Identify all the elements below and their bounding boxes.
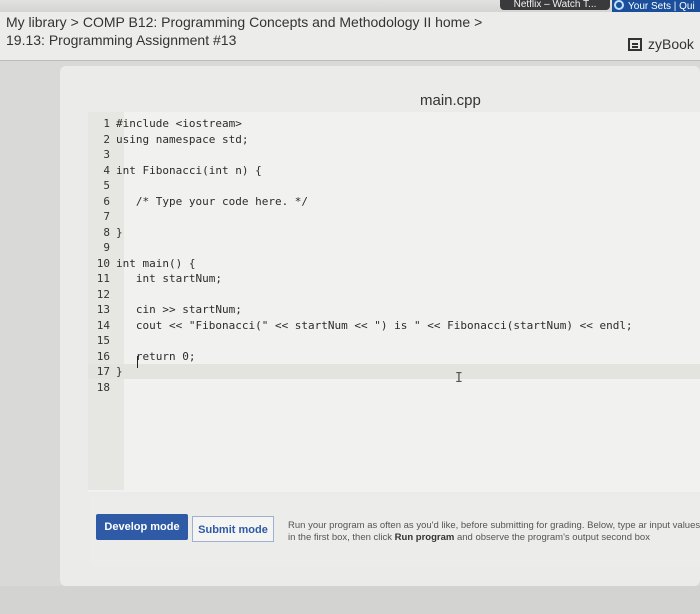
code-text: return 0; bbox=[116, 349, 196, 363]
help-text: Run your program as often as you'd like,… bbox=[288, 520, 700, 544]
code-line[interactable]: 18 bbox=[88, 380, 700, 395]
book-icon bbox=[628, 38, 642, 51]
line-number: 10 bbox=[96, 256, 110, 270]
code-line[interactable]: 6 /* Type your code here. */ bbox=[88, 194, 700, 209]
breadcrumb: My library > COMP B12: Programming Concept… bbox=[6, 14, 486, 30]
line-number: 2 bbox=[103, 132, 110, 146]
code-line[interactable]: 13 cin >> startNum; bbox=[88, 302, 700, 317]
code-line[interactable]: 8} bbox=[88, 225, 700, 240]
line-number: 1 bbox=[103, 117, 110, 130]
code-line[interactable]: 5 bbox=[88, 178, 700, 193]
code-line[interactable]: 12 bbox=[88, 287, 700, 302]
browser-tab-netflix[interactable]: Netflix – Watch T... bbox=[500, 0, 610, 10]
code-text: int main() { bbox=[116, 256, 196, 270]
code-text: int startNum; bbox=[116, 272, 222, 285]
ibeam-cursor-icon: I bbox=[455, 371, 463, 386]
breadcrumb-separator: > bbox=[70, 14, 79, 30]
line-number: 7 bbox=[103, 210, 110, 223]
browser-tab-quizlet[interactable]: Your Sets | Qui bbox=[612, 0, 700, 12]
line-number: 5 bbox=[103, 179, 110, 192]
line-number: 13 bbox=[96, 303, 110, 316]
text-cursor bbox=[137, 356, 138, 368]
code-text: } bbox=[116, 225, 123, 239]
breadcrumb-separator: > bbox=[474, 14, 483, 30]
submit-mode-button[interactable]: Submit mode bbox=[192, 516, 274, 542]
breadcrumb-my-library[interactable]: My library bbox=[6, 14, 67, 30]
code-text: /* Type your code here. */ bbox=[116, 194, 309, 208]
code-text: int Fibonacci(int n) { bbox=[116, 163, 262, 177]
file-name: main.cpp bbox=[420, 92, 481, 109]
line-number: 14 bbox=[96, 318, 110, 332]
footer-strip bbox=[0, 586, 700, 614]
breadcrumb-course-home[interactable]: COMP B12: Programming Concepts and Metho… bbox=[83, 14, 470, 30]
develop-mode-button[interactable]: Develop mode bbox=[96, 514, 188, 540]
code-text: cout << "Fibonacci(" << startNum << ") i… bbox=[116, 318, 633, 332]
code-line[interactable]: 10 int main() { bbox=[88, 256, 700, 271]
code-text: #include <iostream> bbox=[116, 117, 242, 130]
help-text-run-program: Run program bbox=[394, 532, 455, 543]
code-line[interactable]: 4 int Fibonacci(int n) { bbox=[88, 163, 700, 178]
code-line[interactable]: 1 #include <iostream> bbox=[88, 116, 700, 131]
code-line[interactable]: 2 using namespace std; bbox=[88, 132, 700, 147]
code-line[interactable]: 11 int startNum; bbox=[88, 271, 700, 286]
page-title: 19.13: Programming Assignment #13 bbox=[6, 32, 237, 48]
page-header: My library > COMP B12: Programming Concept… bbox=[0, 12, 700, 61]
line-number: 18 bbox=[96, 380, 110, 394]
code-text: cin >> startNum; bbox=[116, 303, 242, 316]
line-number: 8 bbox=[103, 225, 110, 239]
line-number: 12 bbox=[96, 287, 110, 301]
line-number: 15 bbox=[96, 334, 110, 347]
code-line[interactable]: 15 bbox=[88, 333, 700, 348]
code-line[interactable]: 17} bbox=[88, 364, 700, 379]
browser-tab-label: Your Sets | Qui bbox=[628, 1, 695, 12]
code-line[interactable]: 16 return 0; bbox=[88, 349, 700, 364]
help-text-part2: and observe the program's output second … bbox=[454, 532, 650, 543]
line-number: 3 bbox=[103, 148, 110, 161]
code-line[interactable]: 3 bbox=[88, 147, 700, 162]
zybook-link[interactable]: zyBook bbox=[628, 36, 694, 52]
code-line[interactable]: 14 cout << "Fibonacci(" << startNum << "… bbox=[88, 318, 700, 333]
code-text: using namespace std; bbox=[116, 132, 249, 146]
circle-icon bbox=[614, 0, 624, 10]
line-number: 6 bbox=[103, 194, 110, 208]
code-line[interactable]: 7 bbox=[88, 209, 700, 224]
line-number: 16 bbox=[96, 349, 110, 363]
line-number: 4 bbox=[103, 163, 110, 177]
code-text: } bbox=[116, 365, 123, 378]
zybook-label: zyBook bbox=[648, 36, 694, 52]
line-number: 9 bbox=[103, 241, 110, 254]
line-number: 11 bbox=[96, 272, 110, 285]
code-line[interactable]: 9 bbox=[88, 240, 700, 255]
line-number: 17 bbox=[96, 365, 110, 378]
